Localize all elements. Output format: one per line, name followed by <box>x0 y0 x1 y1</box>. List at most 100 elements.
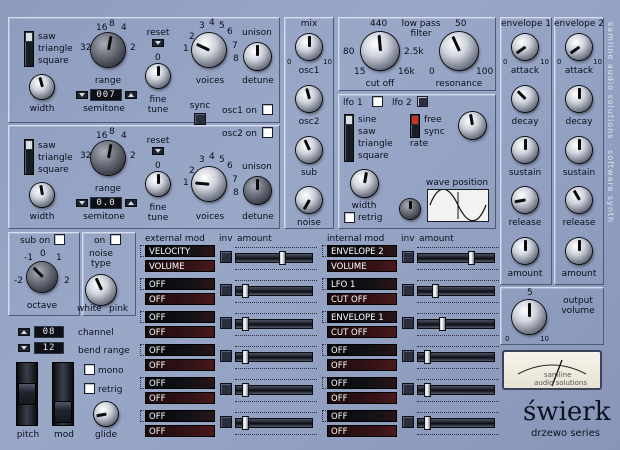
internal_mod-source-select[interactable]: OFF <box>327 377 397 389</box>
env1-release-knob[interactable] <box>512 187 538 213</box>
external_mod-invert-toggle[interactable] <box>220 284 232 296</box>
external_mod-source-select[interactable]: VELOCITY <box>145 245 215 257</box>
external_mod-amount-thumb[interactable] <box>242 350 249 364</box>
internal_mod-source-select[interactable]: ENVELOPE 1 <box>327 311 397 323</box>
internal_mod-target-select[interactable]: CUT OFF <box>327 326 397 338</box>
lfo-free-sync-switch[interactable] <box>410 114 420 138</box>
resonance-knob[interactable] <box>440 32 478 70</box>
lfo-retrig-checkbox[interactable] <box>344 212 355 223</box>
internal_mod-amount-slider[interactable] <box>417 416 495 430</box>
osc2-semitone-down-button[interactable] <box>76 199 88 207</box>
output-volume-knob[interactable] <box>512 300 546 334</box>
external_mod-amount-thumb[interactable] <box>242 383 249 397</box>
internal_mod-amount-thumb[interactable] <box>424 383 431 397</box>
osc2-range-knob[interactable] <box>91 141 125 175</box>
internal_mod-source-select[interactable]: ENVELOPE 2 <box>327 245 397 257</box>
osc2-waveform-switch[interactable] <box>24 139 34 175</box>
osc2-fine-tune-knob[interactable] <box>146 172 170 196</box>
external_mod-source-select[interactable]: OFF <box>145 410 215 422</box>
internal_mod-amount-thumb[interactable] <box>468 251 475 265</box>
osc2-semitone-up-button[interactable] <box>125 199 137 207</box>
osc1-fine-tune-knob[interactable] <box>146 64 170 88</box>
internal_mod-invert-toggle[interactable] <box>402 284 414 296</box>
external_mod-amount-slider[interactable] <box>235 416 313 430</box>
internal_mod-amount-thumb[interactable] <box>439 317 446 331</box>
env2-sustain-knob[interactable] <box>566 137 592 163</box>
lfo-rate-knob[interactable] <box>459 112 486 139</box>
internal_mod-amount-slider[interactable] <box>417 350 495 364</box>
osc2-voices-knob[interactable] <box>192 167 226 201</box>
external_mod-invert-toggle[interactable] <box>220 383 232 395</box>
internal_mod-invert-toggle[interactable] <box>402 251 414 263</box>
external_mod-invert-toggle[interactable] <box>220 317 232 329</box>
internal_mod-amount-slider[interactable] <box>417 317 495 331</box>
lfo-shape-switch[interactable] <box>344 114 354 162</box>
env2-release-knob[interactable] <box>566 187 592 213</box>
env1-attack-knob[interactable] <box>512 34 538 60</box>
external_mod-target-select[interactable]: OFF <box>145 359 215 371</box>
external_mod-invert-toggle[interactable] <box>220 251 232 263</box>
noise-on-checkbox[interactable] <box>110 234 121 245</box>
env1-decay-knob[interactable] <box>512 86 538 112</box>
osc2-width-knob[interactable] <box>30 183 54 207</box>
env1-sustain-knob[interactable] <box>512 137 538 163</box>
env1-amount-knob[interactable] <box>512 238 538 264</box>
osc1-waveform-switch[interactable] <box>24 31 34 67</box>
external_mod-target-select[interactable]: OFF <box>145 293 215 305</box>
glide-knob[interactable] <box>94 402 118 426</box>
osc1-on-checkbox[interactable] <box>262 104 273 115</box>
internal_mod-invert-toggle[interactable] <box>402 383 414 395</box>
mono-checkbox[interactable] <box>84 364 95 375</box>
external_mod-amount-thumb[interactable] <box>242 317 249 331</box>
lfo1-select-button[interactable] <box>372 96 383 107</box>
internal_mod-amount-slider[interactable] <box>417 284 495 298</box>
env2-attack-knob[interactable] <box>566 34 592 60</box>
osc1-detune-knob[interactable] <box>244 43 271 70</box>
wave-position-knob[interactable] <box>400 199 420 219</box>
osc1-voices-knob[interactable] <box>192 33 226 67</box>
lfo2-select-button[interactable] <box>417 96 428 107</box>
internal_mod-source-select[interactable]: OFF <box>327 410 397 422</box>
mod-wheel[interactable] <box>52 362 74 426</box>
pitch-wheel[interactable] <box>16 362 38 426</box>
osc1-width-knob[interactable] <box>30 75 54 99</box>
osc1-range-knob[interactable] <box>91 33 125 67</box>
internal_mod-invert-toggle[interactable] <box>402 416 414 428</box>
internal_mod-target-select[interactable]: VOLUME <box>327 260 397 272</box>
external_mod-target-select[interactable]: VOLUME <box>145 260 215 272</box>
external_mod-invert-toggle[interactable] <box>220 416 232 428</box>
external_mod-amount-slider[interactable] <box>235 251 313 265</box>
osc2-detune-knob[interactable] <box>244 177 271 204</box>
mix-osc1-knob[interactable] <box>296 34 322 60</box>
external_mod-target-select[interactable]: OFF <box>145 425 215 437</box>
env2-amount-knob[interactable] <box>566 238 592 264</box>
internal_mod-target-select[interactable]: CUT OFF <box>327 293 397 305</box>
external_mod-target-select[interactable]: OFF <box>145 392 215 404</box>
external_mod-target-select[interactable]: OFF <box>145 326 215 338</box>
cutoff-knob[interactable] <box>361 32 399 70</box>
channel-down-button[interactable] <box>18 328 30 336</box>
internal_mod-source-select[interactable]: OFF <box>327 344 397 356</box>
external_mod-amount-slider[interactable] <box>235 383 313 397</box>
internal_mod-source-select[interactable]: LFO 1 <box>327 278 397 290</box>
internal_mod-amount-thumb[interactable] <box>432 284 439 298</box>
internal_mod-invert-toggle[interactable] <box>402 317 414 329</box>
retrig-checkbox[interactable] <box>84 383 95 394</box>
external_mod-amount-slider[interactable] <box>235 317 313 331</box>
external_mod-source-select[interactable]: OFF <box>145 278 215 290</box>
external_mod-source-select[interactable]: OFF <box>145 377 215 389</box>
external_mod-amount-slider[interactable] <box>235 284 313 298</box>
external_mod-amount-thumb[interactable] <box>279 251 286 265</box>
bend-down-button[interactable] <box>18 344 30 352</box>
mix-sub-knob[interactable] <box>296 137 322 163</box>
internal_mod-amount-slider[interactable] <box>417 383 495 397</box>
osc1-semitone-up-button[interactable] <box>125 91 137 99</box>
internal_mod-amount-thumb[interactable] <box>424 350 431 364</box>
osc1-semitone-down-button[interactable] <box>76 91 88 99</box>
sub-on-checkbox[interactable] <box>54 234 65 245</box>
internal_mod-target-select[interactable]: OFF <box>327 425 397 437</box>
external_mod-amount-slider[interactable] <box>235 350 313 364</box>
external_mod-source-select[interactable]: OFF <box>145 344 215 356</box>
internal_mod-target-select[interactable]: OFF <box>327 392 397 404</box>
mix-osc2-knob[interactable] <box>296 86 322 112</box>
